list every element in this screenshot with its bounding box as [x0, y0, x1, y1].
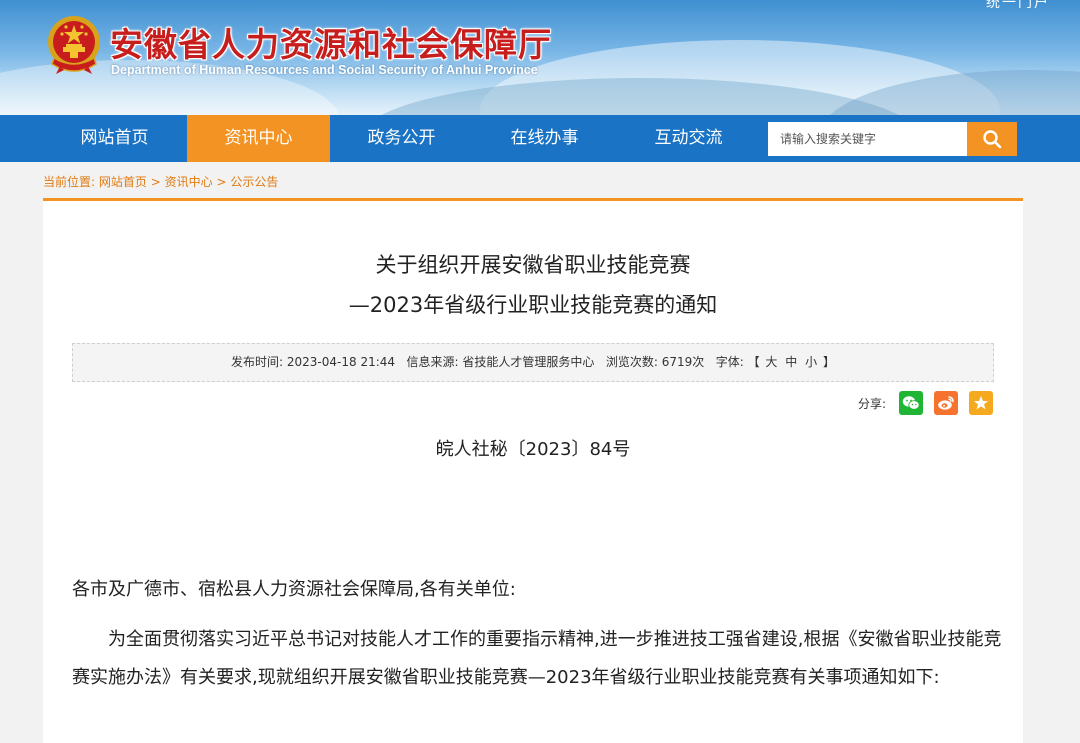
article-panel: 关于组织开展安徽省职业技能竞赛 —2023年省级行业职业技能竞赛的通知 发布时间…: [43, 198, 1023, 743]
addressee-paragraph: 各市及广德市、宿松县人力资源社会保障局,各有关单位:: [72, 579, 516, 600]
document-number: 皖人社秘〔2023〕84号: [435, 439, 631, 460]
national-emblem-icon[interactable]: [46, 14, 102, 76]
wechat-icon: [902, 396, 920, 410]
nav-item-home[interactable]: 网站首页: [43, 115, 186, 162]
site-subtitle-en: Department of Human Resources and Social…: [111, 63, 538, 77]
views-count: 6719次: [661, 355, 705, 369]
share-bar: 分享:: [858, 391, 993, 415]
favorite-icon: [973, 396, 989, 410]
breadcrumb-link-announcements[interactable]: 公示公告: [230, 175, 278, 189]
breadcrumb-separator: >: [216, 175, 227, 189]
publish-time-label: 发布时间:: [231, 355, 284, 369]
site-title[interactable]: 安徽省人力资源和社会保障厅: [110, 18, 552, 66]
font-size-label: 字体:: [715, 355, 744, 369]
body-paragraph: 为全面贯彻落实习近平总书记对技能人才工作的重要指示精神,进一步推进技工强省建设,…: [72, 629, 1002, 688]
share-favorite-button[interactable]: [969, 391, 993, 415]
article-meta-bar: 发布时间: 2023-04-18 21:44 信息来源: 省技能人才管理服务中心…: [72, 343, 994, 382]
breadcrumb-prefix: 当前位置:: [43, 175, 96, 189]
views-label: 浏览次数:: [605, 355, 658, 369]
nav-item-interaction[interactable]: 互动交流: [617, 115, 760, 162]
breadcrumb-link-home[interactable]: 网站首页: [99, 175, 147, 189]
share-weibo-button[interactable]: [934, 391, 958, 415]
breadcrumb: 当前位置: 网站首页 > 资讯中心 > 公示公告: [43, 173, 278, 190]
source-value: 省技能人才管理服务中心: [462, 355, 595, 369]
nav-item-online-services[interactable]: 在线办事: [473, 115, 616, 162]
top-corner-text[interactable]: 统一门户: [986, 0, 1050, 12]
nav-item-government-affairs[interactable]: 政务公开: [330, 115, 473, 162]
publish-time: 2023-04-18 21:44: [286, 355, 396, 369]
article-title-line2: —2023年省级行业职业技能竞赛的通知: [348, 293, 718, 317]
weibo-icon: [938, 396, 954, 410]
header-banner: 统一门户 安徽省人力资源和社会保障厅 Department of Human R…: [0, 0, 1080, 115]
font-size-large-button[interactable]: 大: [765, 355, 777, 369]
font-bracket-open: 【: [747, 355, 760, 369]
font-size-small-button[interactable]: 小: [805, 355, 817, 369]
font-bracket-close: 】: [822, 355, 835, 369]
source-label: 信息来源:: [406, 355, 459, 369]
breadcrumb-link-news-center[interactable]: 资讯中心: [165, 175, 213, 189]
search-input[interactable]: [768, 122, 968, 156]
search-icon: [983, 130, 1002, 149]
share-wechat-button[interactable]: [899, 391, 923, 415]
article-title-line1: 关于组织开展安徽省职业技能竞赛: [375, 253, 691, 277]
breadcrumb-separator: >: [150, 175, 161, 189]
search-button[interactable]: [967, 122, 1017, 156]
nav-item-news-center[interactable]: 资讯中心: [187, 115, 330, 162]
font-size-medium-button[interactable]: 中: [785, 355, 797, 369]
share-label: 分享:: [857, 396, 886, 411]
